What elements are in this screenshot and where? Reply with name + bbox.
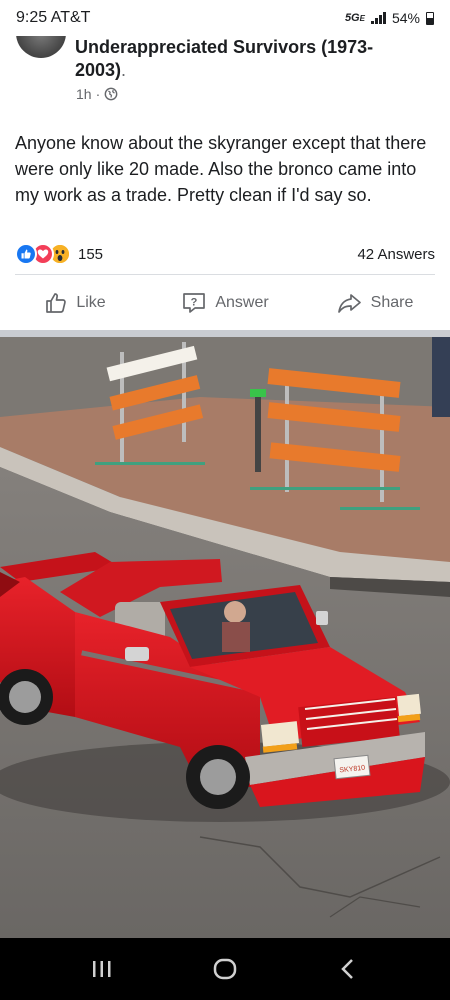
globe-icon (104, 87, 118, 101)
status-carrier: AT&T (50, 9, 91, 26)
svg-text:?: ? (191, 297, 198, 309)
divider (15, 274, 435, 275)
battery-percent: 54% (391, 10, 420, 26)
meta-separator: · (95, 86, 101, 102)
home-button[interactable] (195, 947, 255, 991)
signal-icon (370, 12, 386, 24)
share-label: Share (370, 294, 414, 311)
like-reaction-icon (15, 243, 37, 265)
home-icon (213, 958, 237, 980)
recent-apps-button[interactable] (72, 947, 132, 991)
share-icon (337, 294, 361, 313)
reactions-row: 155 42 Answers (15, 242, 435, 266)
back-button[interactable] (318, 947, 378, 991)
post-meta: 1h · (76, 86, 118, 102)
question-bubble-icon: ? (183, 293, 206, 313)
back-icon (341, 959, 354, 979)
group-name-suffix: . (121, 60, 127, 80)
network-suffix: E (359, 14, 365, 23)
answer-label: Answer (215, 294, 269, 311)
group-name-link[interactable]: Underappreciated Survivors (1973-2003). (75, 36, 415, 82)
status-time: 9:25 (16, 9, 48, 26)
thumbs-up-icon (46, 293, 67, 313)
status-bar: 9:25 AT&T 5GE 54% (0, 0, 450, 36)
post-header: Underappreciated Survivors (1973-2003). … (0, 28, 450, 108)
answer-button[interactable]: ? Answer (150, 284, 300, 322)
post-time[interactable]: 1h (76, 86, 92, 102)
reaction-count[interactable]: 155 (78, 246, 103, 263)
share-button[interactable]: Share (300, 284, 450, 322)
answers-count[interactable]: 42 Answers (357, 246, 435, 263)
like-label: Like (76, 294, 106, 311)
battery-icon (426, 11, 434, 25)
feed-separator (0, 330, 450, 337)
recent-apps-icon (92, 961, 111, 977)
post-actions: Like ? Answer Share (0, 284, 450, 322)
like-button[interactable]: Like (0, 284, 150, 322)
post-photo[interactable]: SKY810 (0, 337, 450, 938)
status-time-carrier: 9:25 AT&T (16, 9, 90, 27)
post-text: Anyone know about the skyranger except t… (15, 133, 427, 205)
network-indicator: 5GE (345, 12, 365, 24)
system-nav-bar (0, 938, 450, 1000)
reactions-summary[interactable]: 155 (15, 243, 103, 265)
group-name[interactable]: Underappreciated Survivors (1973-2003) (75, 37, 373, 80)
network-type: 5G (344, 12, 360, 24)
status-indicators: 5GE 54% (345, 10, 434, 26)
truck-photo-illustration: SKY810 (0, 337, 450, 938)
